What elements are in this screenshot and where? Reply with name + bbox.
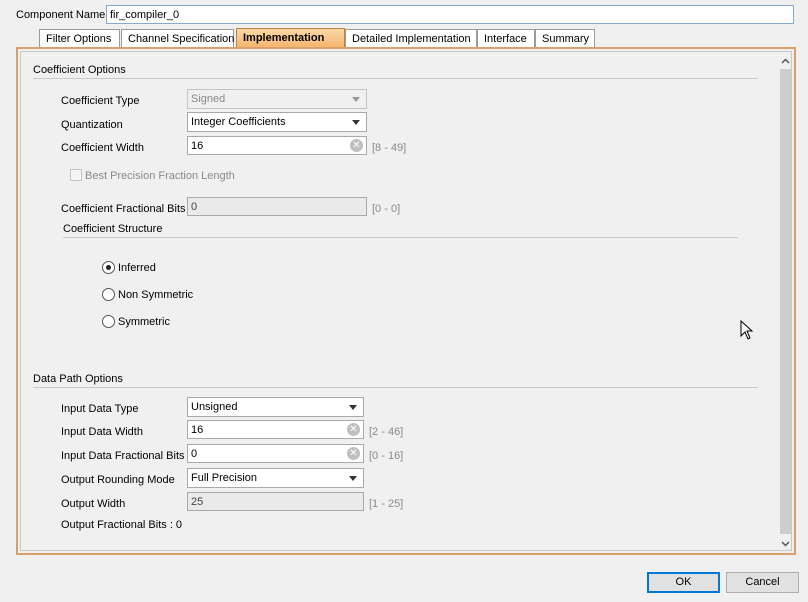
output-width-label: Output Width [61,498,126,510]
input-data-width-label: Input Data Width [61,426,143,438]
coefficient-fractional-bits-label: Coefficient Fractional Bits [61,203,186,215]
radio-non-symmetric-label[interactable]: Non Symmetric [118,288,193,302]
clear-icon[interactable]: ✕ [347,447,360,460]
chevron-down-icon [349,476,357,481]
tab-filter-options[interactable]: Filter Options [39,29,120,47]
quantization-label: Quantization [61,119,123,131]
tab-summary[interactable]: Summary [535,29,595,47]
coefficient-width-input[interactable]: 16 ✕ [187,136,367,155]
chevron-down-icon [352,97,360,102]
clear-icon[interactable]: ✕ [347,423,360,436]
chevron-down-icon [349,405,357,410]
scroll-down-icon[interactable] [781,541,790,547]
input-data-width-range: [2 - 46] [369,426,404,438]
ok-button[interactable]: OK [647,572,720,593]
quantization-value: Integer Coefficients [191,116,286,128]
coefficient-width-range: [8 - 49] [372,142,407,154]
coefficient-type-value: Signed [191,93,226,105]
data-path-options-divider [33,387,758,388]
component-name-label: Component Name [16,9,106,21]
radio-symmetric[interactable] [102,315,115,328]
coefficient-structure-divider [63,237,738,238]
input-data-fractional-bits-input[interactable]: 0 ✕ [187,444,364,463]
output-rounding-mode-select[interactable]: Full Precision [187,468,364,488]
scroll-up-icon[interactable] [781,58,790,64]
cancel-button[interactable]: Cancel [726,572,799,593]
tab-implementation[interactable]: Implementation [236,28,345,48]
best-precision-label: Best Precision Fraction Length [85,170,235,182]
data-path-options-title: Data Path Options [33,373,123,385]
panel-inner: Coefficient Options Coefficient Type Sig… [20,51,792,551]
output-rounding-mode-label: Output Rounding Mode [61,474,175,486]
coefficient-width-label: Coefficient Width [61,142,144,154]
input-data-width-input[interactable]: 16 ✕ [187,420,364,439]
coefficient-type-label: Coefficient Type [61,95,140,107]
radio-inferred[interactable] [102,261,115,274]
radio-non-symmetric[interactable] [102,288,115,301]
mouse-pointer-icon [740,320,754,340]
best-precision-checkbox[interactable] [70,169,82,181]
input-data-fractional-bits-value: 0 [191,448,198,460]
scrollbar-thumb[interactable] [780,69,791,534]
tab-channel-specification[interactable]: Channel Specification [121,29,234,47]
output-width-range: [1 - 25] [369,498,404,510]
output-rounding-mode-value: Full Precision [191,472,258,484]
input-data-width-value: 16 [191,424,204,436]
tab-detailed-implementation[interactable]: Detailed Implementation [345,29,477,47]
input-data-fractional-bits-label: Input Data Fractional Bits [61,450,185,462]
input-data-fractional-bits-range: [0 - 16] [369,450,404,462]
coefficient-structure-title: Coefficient Structure [63,223,163,235]
output-fractional-bits-text: Output Fractional Bits : 0 [61,519,183,531]
vertical-scrollbar[interactable] [778,52,791,550]
coefficient-fractional-bits-input: 0 [187,197,367,216]
radio-symmetric-label[interactable]: Symmetric [118,315,170,329]
input-data-type-value: Unsigned [191,401,238,413]
coefficient-fractional-bits-range: [0 - 0] [372,203,401,215]
output-width-input: 25 [187,492,364,511]
input-data-type-select[interactable]: Unsigned [187,397,364,417]
component-name-input[interactable]: fir_compiler_0 [106,5,794,24]
radio-inferred-label[interactable]: Inferred [118,261,156,275]
implementation-panel: Coefficient Options Coefficient Type Sig… [16,47,796,555]
clear-icon[interactable]: ✕ [350,139,363,152]
tab-interface[interactable]: Interface [477,29,535,47]
input-data-type-label: Input Data Type [61,403,139,415]
coefficient-width-value: 16 [191,140,204,152]
chevron-down-icon [352,120,360,125]
coefficient-type-select: Signed [187,89,367,109]
quantization-select[interactable]: Integer Coefficients [187,112,367,132]
coefficient-options-title: Coefficient Options [33,64,126,76]
coefficient-options-divider [33,78,758,79]
